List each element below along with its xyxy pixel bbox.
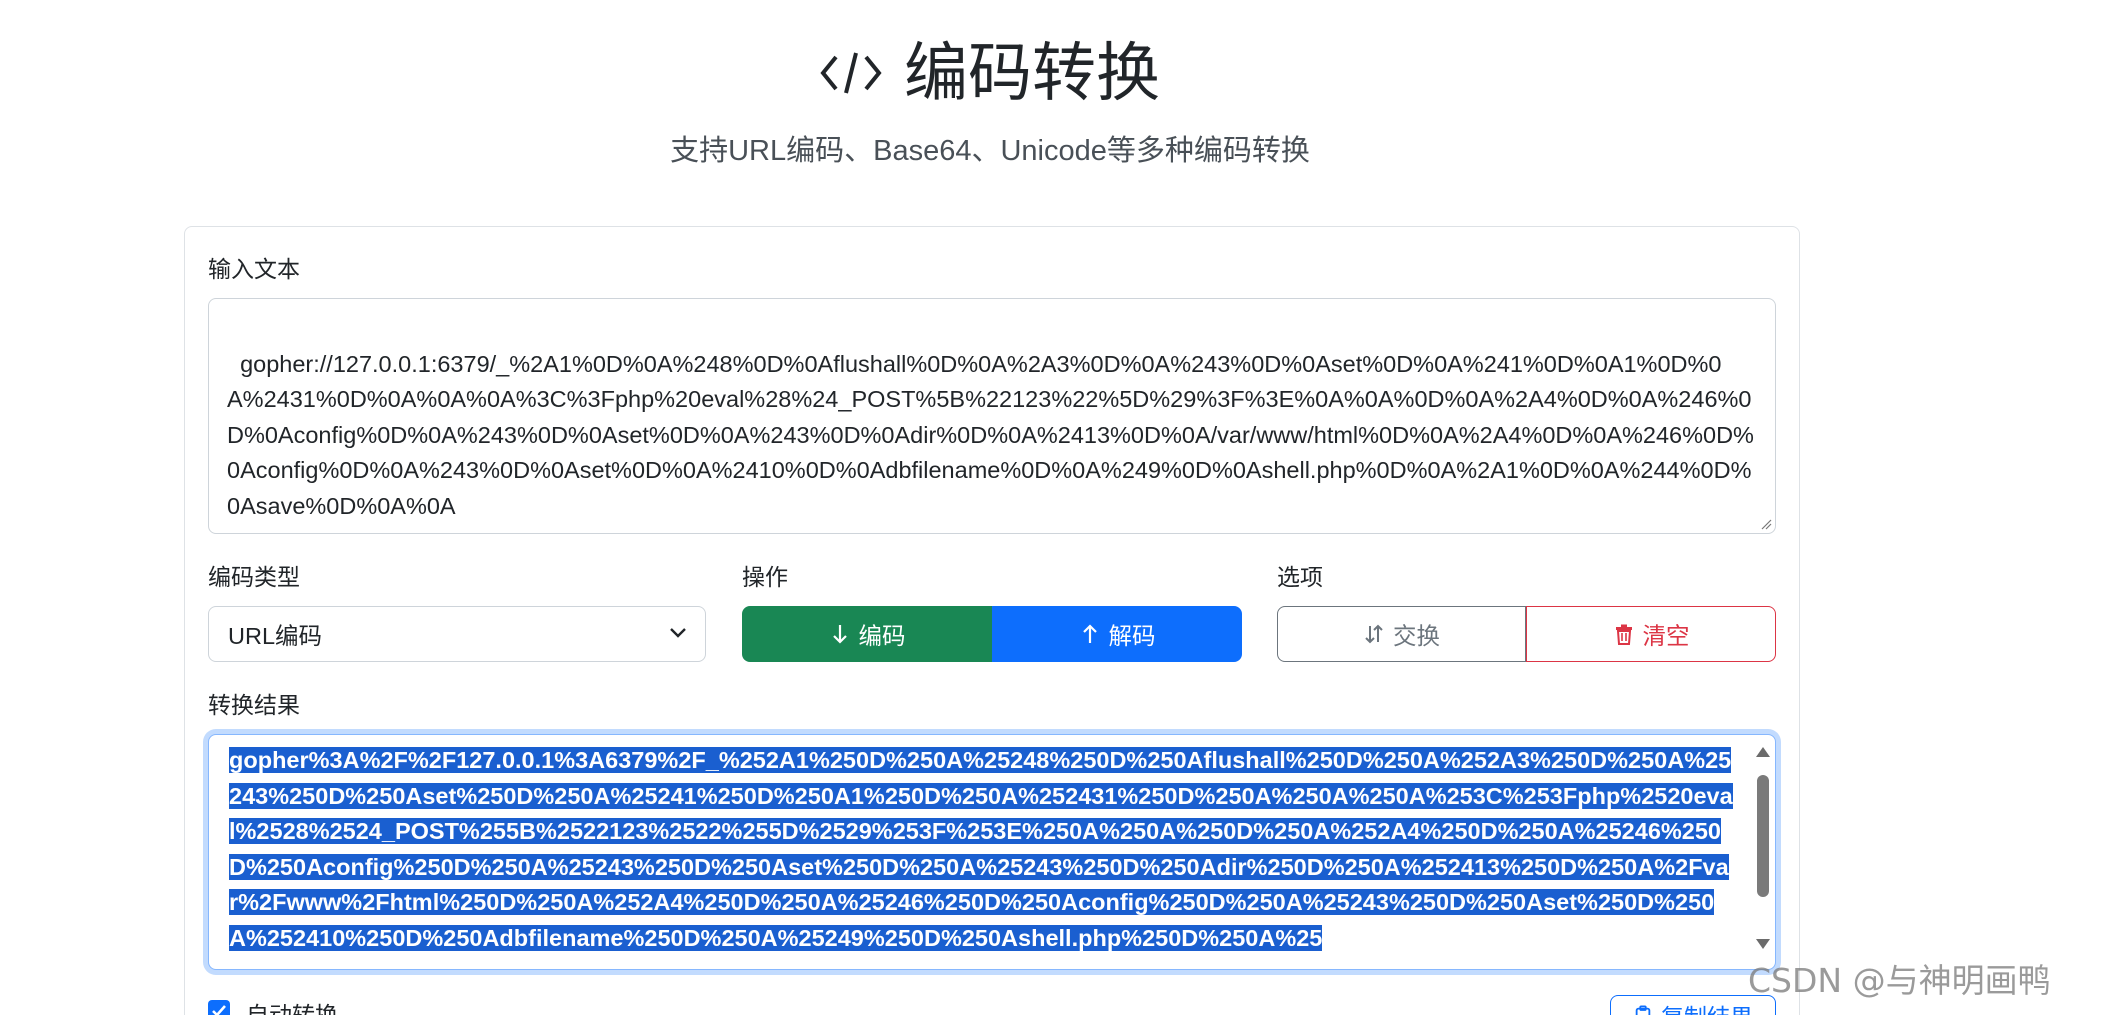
options-label: 选项 [1277,564,1323,590]
trash-icon [1615,624,1632,645]
result-scrollbar[interactable] [1753,741,1771,963]
operation-label: 操作 [742,564,788,590]
scroll-down-arrow-icon[interactable] [1756,939,1770,949]
encoding-type-value: URL编码 [228,623,323,649]
input-text: gopher://127.0.0.1:6379/_%2A1%0D%0A%248%… [227,350,1754,519]
scroll-thumb[interactable] [1757,775,1769,897]
clear-button-label: 清空 [1642,623,1690,649]
swap-button-label: 交换 [1393,623,1440,649]
encode-button[interactable]: 编码 [742,606,992,662]
clipboard-icon [1635,1005,1651,1015]
decode-button-label: 解码 [1108,623,1156,649]
page-subtitle: 支持URL编码、Base64、Unicode等多种编码转换 [670,135,1310,167]
auto-convert-checkbox[interactable] [208,1000,230,1015]
csdn-watermark: CSDN @与神明画鸭 [1748,961,2051,1000]
checkmark-icon [212,1005,226,1015]
copy-result-label: 复制结果 [1661,998,1753,1015]
code-icon [820,52,882,94]
clear-button[interactable]: 清空 [1526,606,1776,662]
arrow-up-icon [1082,624,1097,643]
encode-button-label: 编码 [858,623,906,649]
result-text: gopher%3A%2F%2F127.0.0.1%3A6379%2F_%252A… [229,743,1739,956]
arrow-down-icon [832,625,847,644]
encoding-type-select[interactable]: URL编码 [208,606,706,662]
resize-grip-icon[interactable] [1760,518,1772,530]
swap-arrows-icon [1365,624,1383,644]
page-title-text: 编码转换 [904,37,1160,109]
result-textarea[interactable]: gopher%3A%2F%2F127.0.0.1%3A6379%2F_%252A… [208,734,1776,970]
page-header: 编码转换 支持URL编码、Base64、Unicode等多种编码转换 [0,30,1980,172]
encoding-type-label: 编码类型 [208,564,300,590]
chevron-down-icon [670,628,686,638]
swap-button[interactable]: 交换 [1277,606,1526,662]
result-label: 转换结果 [208,692,300,718]
scroll-up-arrow-icon[interactable] [1756,747,1770,757]
page-title: 编码转换 [820,30,1160,116]
auto-convert-label: 自动转换 [246,1002,338,1015]
input-label: 输入文本 [208,256,300,282]
input-textarea[interactable]: gopher://127.0.0.1:6379/_%2A1%0D%0A%248%… [208,298,1776,534]
decode-button[interactable]: 解码 [992,606,1242,662]
result-text-selection: gopher%3A%2F%2F127.0.0.1%3A6379%2F_%252A… [229,747,1733,951]
